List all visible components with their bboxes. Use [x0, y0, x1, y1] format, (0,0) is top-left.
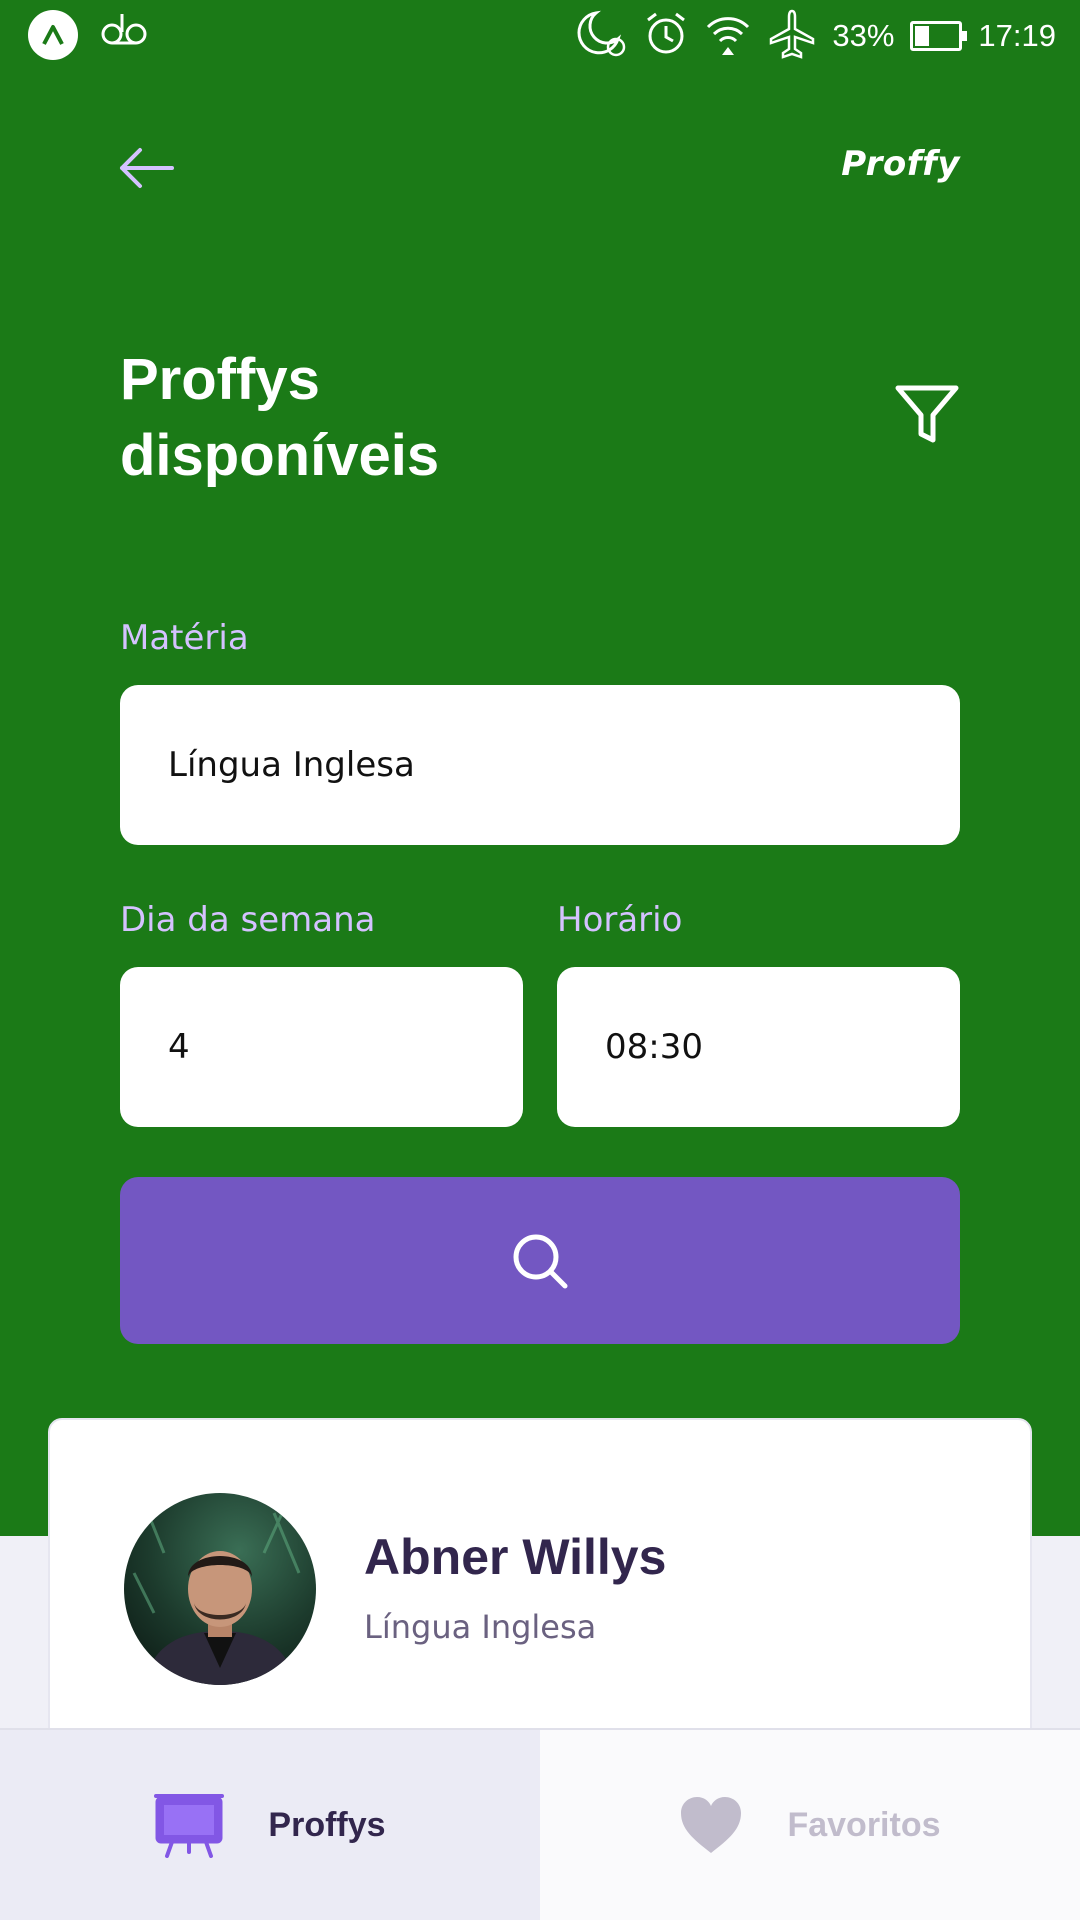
teacher-subject: Língua Inglesa: [364, 1608, 597, 1646]
tab-proffys-label: Proffys: [268, 1805, 386, 1844]
tab-favoritos[interactable]: Favoritos: [540, 1730, 1080, 1920]
weekday-label: Dia da semana: [120, 900, 376, 940]
voicemail-icon: [100, 10, 150, 55]
page-title-line1: Proffys: [120, 347, 320, 412]
heart-icon: [681, 1797, 742, 1853]
time-value: 08:30: [605, 1027, 703, 1067]
battery-icon: [910, 21, 968, 51]
airplane-mode-icon: [768, 9, 816, 64]
back-button[interactable]: [116, 144, 176, 192]
brand-logo: Proffy: [841, 144, 960, 184]
avatar: [124, 1493, 316, 1685]
battery-level-fill: [915, 26, 930, 46]
battery-percent: 33%: [832, 18, 895, 53]
clock: 17:19: [978, 18, 1056, 53]
page-title: Proffys disponíveis: [120, 342, 540, 494]
easel-icon: [154, 1794, 225, 1858]
teacher-name: Abner Willys: [364, 1529, 667, 1585]
time-input[interactable]: 08:30: [557, 967, 960, 1127]
page-title-line2: disponíveis: [120, 423, 440, 488]
app-logo-icon: [28, 10, 78, 60]
alarm-icon: [644, 10, 688, 63]
teacher-card[interactable]: Abner Willys Língua Inglesa: [48, 1418, 1032, 1748]
tab-favoritos-label: Favoritos: [787, 1805, 941, 1844]
time-label: Horário: [557, 900, 683, 940]
search-button[interactable]: [120, 1177, 960, 1344]
bottom-tab-bar: Proffys Favoritos: [0, 1728, 1080, 1920]
subject-label: Matéria: [120, 618, 249, 658]
filter-toggle-button[interactable]: [894, 384, 960, 446]
tab-proffys[interactable]: Proffys: [0, 1730, 540, 1920]
subject-value: Língua Inglesa: [168, 745, 415, 785]
subject-input[interactable]: Língua Inglesa: [120, 685, 960, 845]
status-bar: 33% 17:19: [0, 0, 1080, 72]
arrow-left-icon: [120, 148, 174, 188]
weekday-value: 4: [168, 1027, 190, 1067]
do-not-disturb-icon: [576, 9, 628, 64]
weekday-input[interactable]: 4: [120, 967, 523, 1127]
wifi-icon: [704, 11, 752, 62]
search-icon: [513, 1234, 568, 1288]
filter-icon: [895, 385, 959, 443]
